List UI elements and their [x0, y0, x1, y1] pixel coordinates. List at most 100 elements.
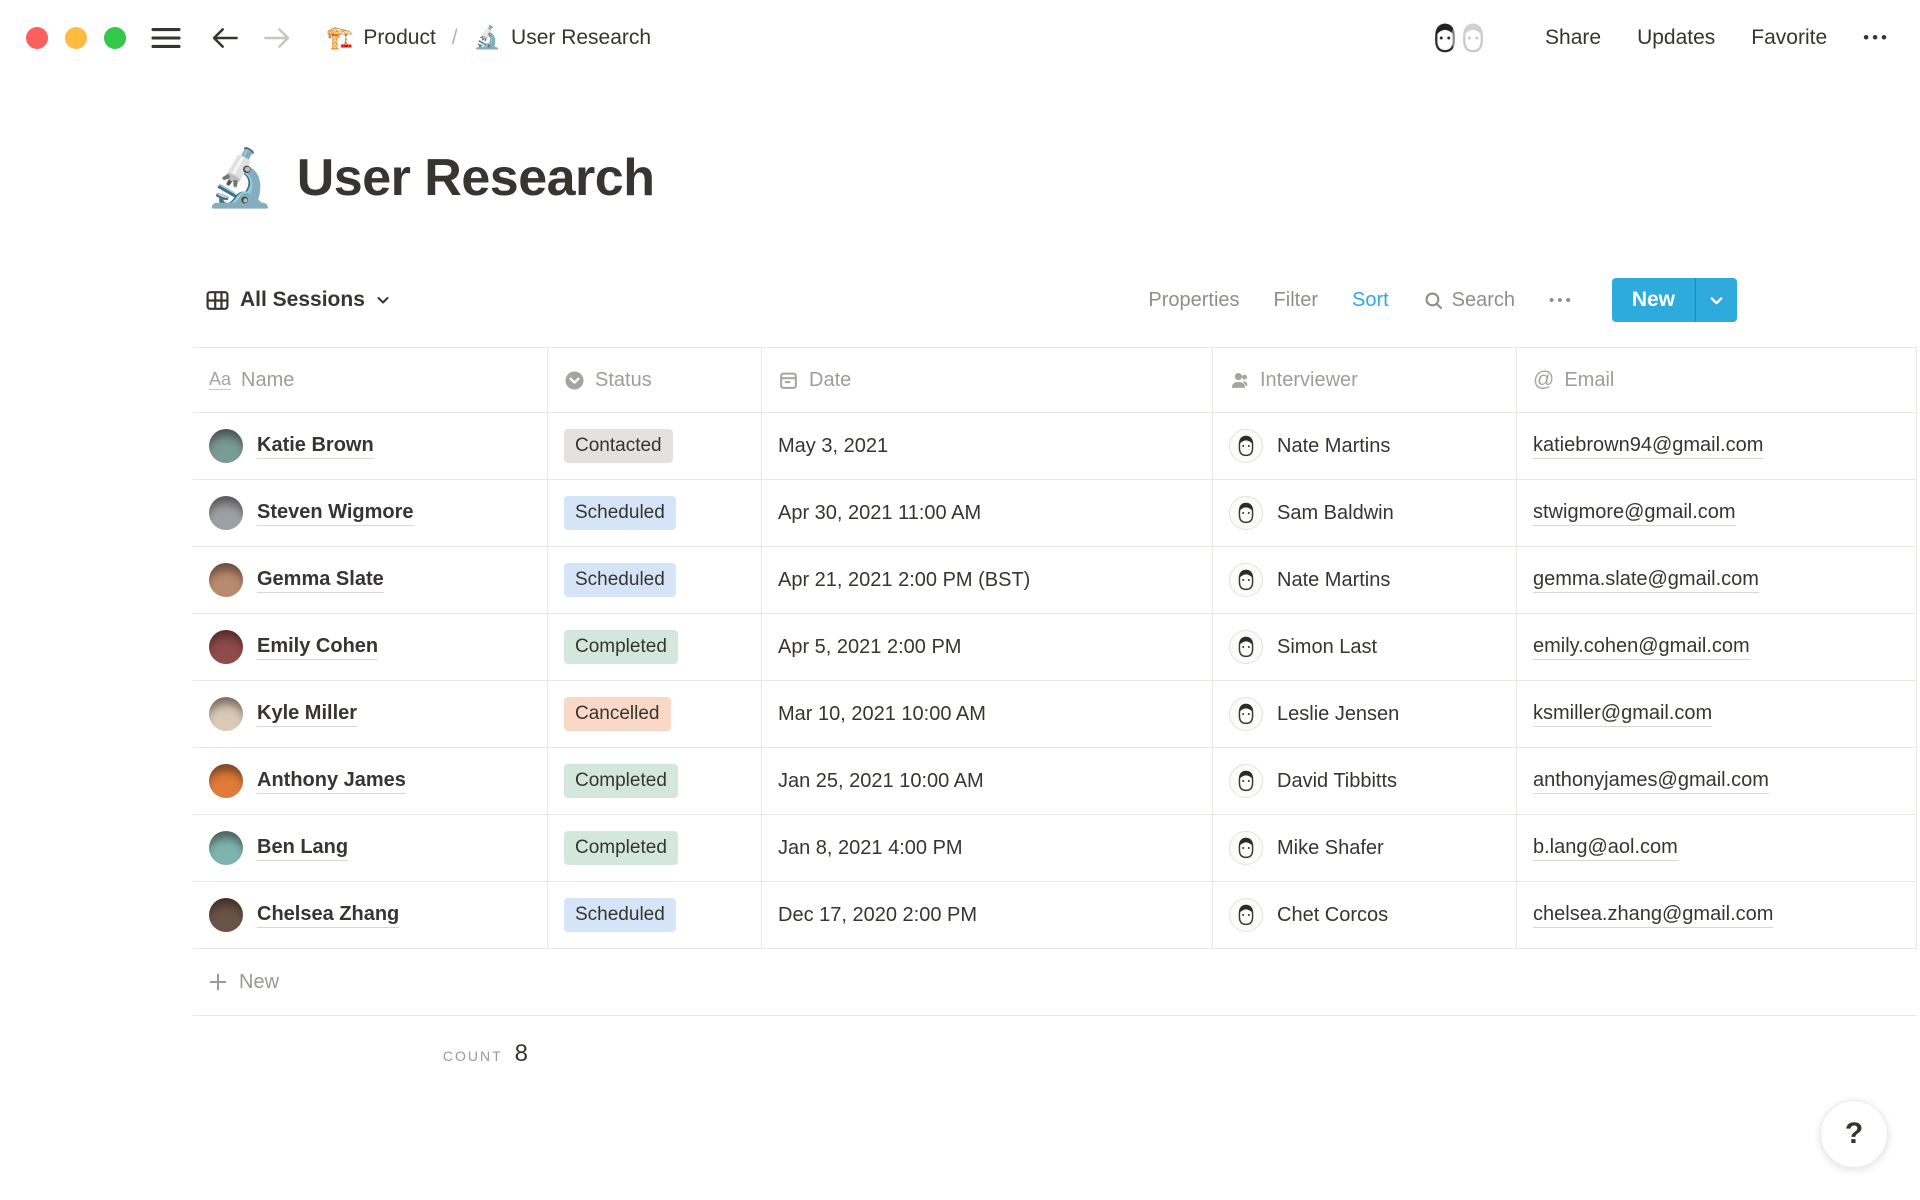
- add-row-button[interactable]: New: [193, 949, 1917, 1016]
- avatar: [209, 563, 243, 597]
- view-bar-actions: Properties Filter Sort Search ••• New: [1148, 278, 1737, 322]
- avatar: [209, 630, 243, 664]
- email-cell[interactable]: emily.cohen@gmail.com: [1517, 614, 1917, 680]
- count-label: COUNT: [442, 1048, 503, 1064]
- column-header-date[interactable]: Date: [762, 348, 1213, 412]
- interviewer-cell[interactable]: Simon Last: [1213, 614, 1517, 680]
- name-link[interactable]: Ben Lang: [257, 836, 349, 861]
- table-row: Ben Lang Completed Jan 8, 2021 4:00 PM M…: [193, 815, 1917, 882]
- status-cell[interactable]: Cancelled: [548, 681, 762, 747]
- email-link[interactable]: katiebrown94@gmail.com: [1533, 434, 1764, 459]
- column-header-email[interactable]: @ Email: [1517, 348, 1917, 412]
- name-cell[interactable]: Anthony James: [193, 748, 548, 814]
- breadcrumb-separator: /: [451, 26, 458, 49]
- more-options-icon[interactable]: •••: [1863, 28, 1890, 48]
- name-link[interactable]: Emily Cohen: [257, 635, 379, 660]
- name-cell[interactable]: Ben Lang: [193, 815, 548, 881]
- close-window-button[interactable]: [26, 27, 48, 49]
- status-cell[interactable]: Scheduled: [548, 882, 762, 948]
- email-cell[interactable]: chelsea.zhang@gmail.com: [1517, 882, 1917, 948]
- name-cell[interactable]: Gemma Slate: [193, 547, 548, 613]
- view-more-options-icon[interactable]: •••: [1549, 292, 1574, 309]
- favorite-button[interactable]: Favorite: [1751, 26, 1827, 50]
- search-button[interactable]: Search: [1423, 289, 1515, 312]
- date-cell[interactable]: Apr 30, 2021 11:00 AM: [762, 480, 1213, 546]
- date-cell[interactable]: Apr 5, 2021 2:00 PM: [762, 614, 1213, 680]
- view-switcher[interactable]: All Sessions: [193, 288, 391, 313]
- collaborator-avatar[interactable]: [1453, 18, 1494, 58]
- name-cell[interactable]: Katie Brown: [193, 413, 548, 479]
- name-cell[interactable]: Steven Wigmore: [193, 480, 548, 546]
- date-cell[interactable]: May 3, 2021: [762, 413, 1213, 479]
- email-cell[interactable]: katiebrown94@gmail.com: [1517, 413, 1917, 479]
- interviewer-cell[interactable]: David Tibbitts: [1213, 748, 1517, 814]
- collaborator-avatars: [1425, 18, 1494, 58]
- email-link[interactable]: emily.cohen@gmail.com: [1533, 635, 1750, 660]
- email-cell[interactable]: stwigmore@gmail.com: [1517, 480, 1917, 546]
- properties-button[interactable]: Properties: [1148, 289, 1239, 312]
- email-link[interactable]: chelsea.zhang@gmail.com: [1533, 903, 1774, 928]
- column-label: Status: [595, 368, 652, 391]
- table-body: Katie Brown Contacted May 3, 2021 Nate M…: [193, 413, 1917, 949]
- interviewer-cell[interactable]: Nate Martins: [1213, 547, 1517, 613]
- name-cell[interactable]: Chelsea Zhang: [193, 882, 548, 948]
- status-cell[interactable]: Contacted: [548, 413, 762, 479]
- help-button[interactable]: ?: [1820, 1100, 1888, 1168]
- sort-button[interactable]: Sort: [1352, 289, 1389, 312]
- new-button[interactable]: New: [1612, 278, 1695, 322]
- email-cell[interactable]: b.lang@aol.com: [1517, 815, 1917, 881]
- name-link[interactable]: Katie Brown: [257, 434, 374, 459]
- column-calculation[interactable]: COUNT 8: [193, 1016, 548, 1068]
- date-cell[interactable]: Jan 25, 2021 10:00 AM: [762, 748, 1213, 814]
- interviewer-cell[interactable]: Mike Shafer: [1213, 815, 1517, 881]
- microscope-icon[interactable]: 🔬: [205, 150, 275, 206]
- minimize-window-button[interactable]: [65, 27, 87, 49]
- table-row: Steven Wigmore Scheduled Apr 30, 2021 11…: [193, 480, 1917, 547]
- date-text: Dec 17, 2020 2:00 PM: [778, 903, 978, 926]
- filter-button[interactable]: Filter: [1274, 289, 1318, 312]
- interviewer-cell[interactable]: Chet Corcos: [1213, 882, 1517, 948]
- column-header-status[interactable]: Status: [548, 348, 762, 412]
- interviewer-cell[interactable]: Leslie Jensen: [1213, 681, 1517, 747]
- column-header-name[interactable]: Aa Name: [193, 348, 548, 412]
- sidebar-menu-icon[interactable]: [150, 25, 182, 51]
- email-cell[interactable]: ksmiller@gmail.com: [1517, 681, 1917, 747]
- name-link[interactable]: Chelsea Zhang: [257, 903, 400, 928]
- email-cell[interactable]: anthonyjames@gmail.com: [1517, 748, 1917, 814]
- share-button[interactable]: Share: [1545, 26, 1601, 50]
- status-cell[interactable]: Completed: [548, 748, 762, 814]
- status-cell[interactable]: Scheduled: [548, 480, 762, 546]
- name-link[interactable]: Kyle Miller: [257, 702, 358, 727]
- at-icon: @: [1533, 368, 1555, 391]
- interviewer-cell[interactable]: Nate Martins: [1213, 413, 1517, 479]
- interviewer-cell[interactable]: Sam Baldwin: [1213, 480, 1517, 546]
- status-cell[interactable]: Completed: [548, 614, 762, 680]
- status-cell[interactable]: Completed: [548, 815, 762, 881]
- breadcrumb-parent[interactable]: Product: [363, 26, 435, 50]
- updates-button[interactable]: Updates: [1637, 26, 1715, 50]
- view-name: All Sessions: [240, 288, 365, 311]
- back-arrow-icon[interactable]: [210, 25, 240, 51]
- zoom-window-button[interactable]: [104, 27, 126, 49]
- status-cell[interactable]: Scheduled: [548, 547, 762, 613]
- email-link[interactable]: anthonyjames@gmail.com: [1533, 769, 1769, 794]
- name-cell[interactable]: Emily Cohen: [193, 614, 548, 680]
- name-link[interactable]: Steven Wigmore: [257, 501, 414, 526]
- name-cell[interactable]: Kyle Miller: [193, 681, 548, 747]
- email-link[interactable]: gemma.slate@gmail.com: [1533, 568, 1759, 593]
- breadcrumb-current[interactable]: User Research: [511, 26, 651, 50]
- email-cell[interactable]: gemma.slate@gmail.com: [1517, 547, 1917, 613]
- column-header-interviewer[interactable]: Interviewer: [1213, 348, 1517, 412]
- interviewer-avatar: [1229, 764, 1263, 798]
- new-button-dropdown[interactable]: [1696, 278, 1737, 322]
- email-link[interactable]: ksmiller@gmail.com: [1533, 702, 1713, 727]
- date-cell[interactable]: Apr 21, 2021 2:00 PM (BST): [762, 547, 1213, 613]
- name-link[interactable]: Anthony James: [257, 769, 406, 794]
- date-cell[interactable]: Dec 17, 2020 2:00 PM: [762, 882, 1213, 948]
- email-link[interactable]: b.lang@aol.com: [1533, 836, 1678, 861]
- date-cell[interactable]: Mar 10, 2021 10:00 AM: [762, 681, 1213, 747]
- date-cell[interactable]: Jan 8, 2021 4:00 PM: [762, 815, 1213, 881]
- email-link[interactable]: stwigmore@gmail.com: [1533, 501, 1736, 526]
- name-link[interactable]: Gemma Slate: [257, 568, 384, 593]
- forward-arrow-icon[interactable]: [262, 25, 292, 51]
